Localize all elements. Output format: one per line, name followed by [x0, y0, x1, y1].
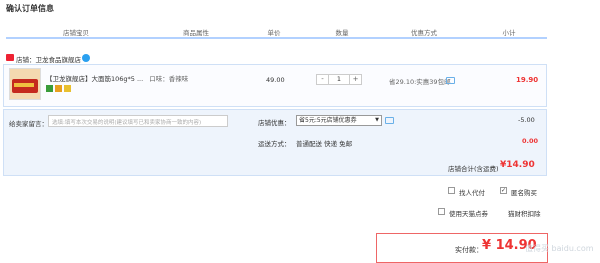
coupon-value: 省5元:5元店铺优惠券: [299, 117, 357, 124]
chat-icon[interactable]: [82, 54, 90, 62]
col-qty: 数量: [335, 29, 349, 37]
product-flavor: 口味：香辣味: [149, 75, 189, 83]
proxy-pay-label: 找人代付: [459, 189, 485, 197]
service-badge-icon: [55, 85, 62, 92]
col-item: 店铺宝贝: [63, 29, 89, 37]
page-title: 确认订单信息: [6, 4, 54, 13]
unit-price: 49.00: [266, 76, 285, 84]
shop-total: ¥14.90: [500, 160, 535, 170]
order-item-row: [3, 64, 547, 107]
coupon-info-icon[interactable]: [385, 117, 394, 124]
shipping-label: 运送方式：: [258, 140, 291, 148]
chevron-down-icon: ▼: [375, 117, 379, 123]
product-name[interactable]: 【卫龙旗舰店】大面筋106g*5 ...: [46, 75, 143, 83]
discount-amount: -5.00: [518, 116, 535, 124]
decrease-button[interactable]: -: [317, 75, 329, 84]
increase-button[interactable]: +: [349, 75, 361, 84]
message-input[interactable]: 选填:填写本次交易的说明(建议填写已和卖家协商一致的内容): [48, 115, 228, 127]
proxy-pay-checkbox[interactable]: [448, 187, 455, 194]
message-label: 给卖家留言：: [9, 120, 48, 128]
tmall-badge-icon: [46, 85, 53, 92]
watermark: 值得买 baidu.com: [525, 244, 594, 253]
quantity-input[interactable]: 1: [329, 75, 349, 84]
col-attr: 商品属性: [183, 29, 209, 37]
shop-total-label: 店铺合计(含运费): [448, 165, 499, 173]
product-title-link[interactable]: 【卫龙旗舰店】大面筋106g*5 ... 口味：香辣味: [46, 73, 188, 83]
tmall-points-label: 使用天猫点券: [449, 210, 488, 218]
item-subtotal: 19.90: [516, 76, 539, 84]
col-price: 单价: [267, 29, 281, 37]
coupon-label: 店铺优惠：: [258, 119, 291, 127]
shop-name-link[interactable]: 店铺：卫龙食品旗舰店: [16, 54, 81, 64]
points-deduct-label: 猫财积扣除: [508, 210, 541, 218]
promo-text: 省29.10:实惠39包邮: [389, 78, 451, 86]
col-promo: 优惠方式: [411, 29, 437, 37]
quantity-stepper: - 1 +: [316, 74, 362, 85]
shipping-method: 普通配送 快递 免邮: [296, 140, 353, 148]
shipping-fee: 0.00: [522, 137, 539, 145]
coupon-select[interactable]: 省5元:5元店铺优惠券 ▼: [296, 115, 382, 126]
tmall-points-checkbox[interactable]: [438, 208, 445, 215]
anonymous-label: 匿名购买: [511, 189, 537, 197]
shop-icon: [6, 54, 14, 61]
guarantee-badge-icon: [64, 85, 71, 92]
product-thumbnail[interactable]: [9, 68, 41, 100]
promo-info-icon[interactable]: [446, 77, 455, 84]
col-subtotal: 小计: [502, 29, 516, 37]
anonymous-checkbox[interactable]: ✓: [500, 187, 507, 194]
